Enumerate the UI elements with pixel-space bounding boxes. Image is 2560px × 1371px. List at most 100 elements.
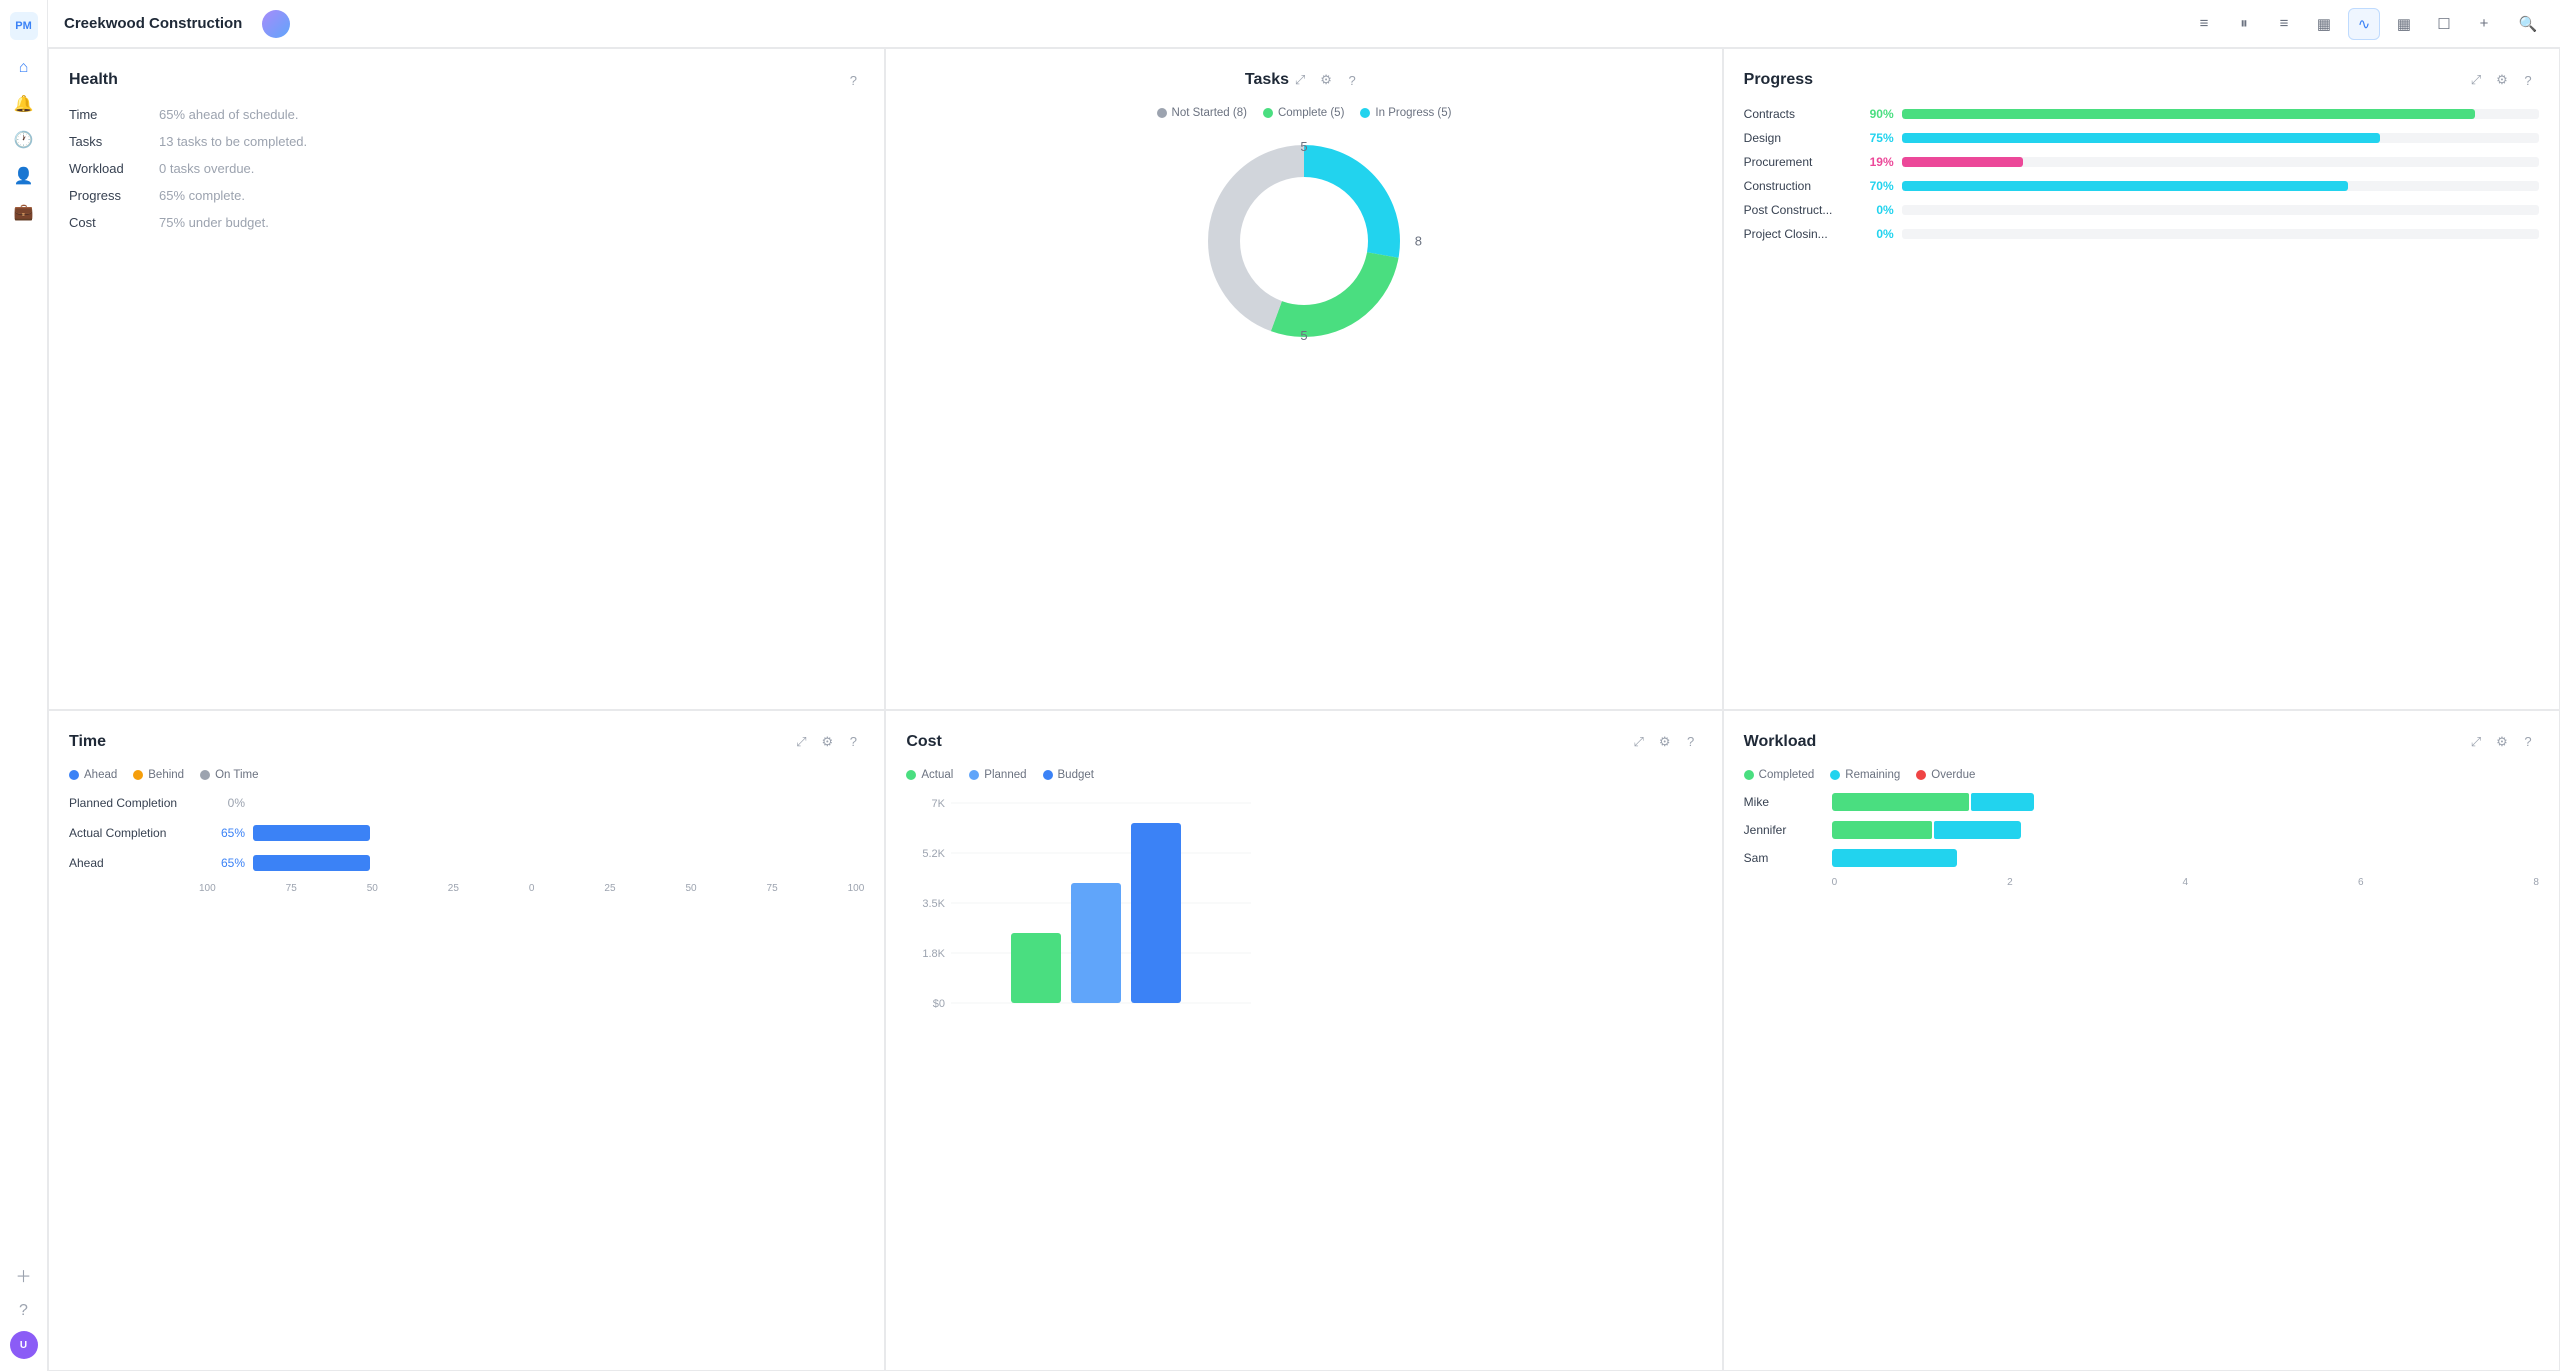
workload-x-axis: 02468 <box>1744 877 2539 888</box>
topbar-dashboard-icon[interactable]: ∿ <box>2348 8 2380 40</box>
workload-completed-bar <box>1832 793 1970 811</box>
topbar-doc-icon[interactable]: ☐ <box>2428 8 2460 40</box>
time-chart-label: Ahead <box>69 856 199 870</box>
y-axis-label: 5.2K <box>923 848 946 860</box>
time-chart-pct: 65% <box>207 856 245 870</box>
time-chart-pct: 65% <box>207 826 245 840</box>
workload-panel-header: Workload ⤢ ⚙ ? <box>1744 731 2539 753</box>
time-chart-row: Ahead 65% <box>69 853 864 873</box>
topbar-search-icon[interactable]: 🔍 <box>2512 8 2544 40</box>
time-chart: Planned Completion 0% Actual Completion … <box>69 793 864 894</box>
app-logo: PM <box>10 12 38 40</box>
topbar-add-view-icon[interactable]: + <box>2468 8 2500 40</box>
legend-dot <box>200 770 210 780</box>
budget-bar <box>1131 823 1181 1003</box>
sidebar-bottom: ＋ ? U <box>8 1259 40 1359</box>
progress-row: Post Construct... 0% <box>1744 203 2539 217</box>
legend-dot <box>1744 770 1754 780</box>
progress-gear-icon[interactable]: ⚙ <box>2491 69 2513 91</box>
donut-label-top: 5 <box>1300 139 1307 154</box>
sidebar-item-home[interactable]: ⌂ <box>8 52 40 84</box>
progress-bar-fill <box>1902 181 2348 191</box>
time-bar-container <box>253 853 864 873</box>
sidebar-add-button[interactable]: ＋ <box>8 1259 40 1291</box>
time-expand-icon[interactable]: ⤢ <box>790 731 812 753</box>
y-axis-label: 1.8K <box>923 948 946 960</box>
health-row-value: 13 tasks to be completed. <box>159 134 307 149</box>
progress-category: Construction <box>1744 179 1854 193</box>
progress-row: Design 75% <box>1744 131 2539 145</box>
time-panel-header: Time ⤢ ⚙ ? <box>69 731 864 753</box>
workload-panel: Workload ⤢ ⚙ ? CompletedRemainingOverdue… <box>1723 710 2560 1371</box>
workload-legend: CompletedRemainingOverdue <box>1744 769 2539 781</box>
tasks-expand-icon[interactable]: ⤢ <box>1289 69 1311 91</box>
sidebar-help-button[interactable]: ? <box>8 1295 40 1327</box>
cost-gear-icon[interactable]: ⚙ <box>1654 731 1676 753</box>
progress-pct: 0% <box>1862 227 1894 241</box>
workload-gear-icon[interactable]: ⚙ <box>2491 731 2513 753</box>
progress-pct: 90% <box>1862 107 1894 121</box>
x-axis-label: 50 <box>367 883 378 894</box>
time-chart-label: Planned Completion <box>69 796 199 810</box>
progress-bar-bg <box>1902 157 2539 167</box>
time-chart-pct: 0% <box>207 796 245 810</box>
wl-axis-label: 0 <box>1832 877 1838 888</box>
sidebar-item-notifications[interactable]: 🔔 <box>8 88 40 120</box>
health-rows: Time65% ahead of schedule. Tasks13 tasks … <box>69 107 864 230</box>
tasks-panel-actions: ⤢ ⚙ ? <box>1289 69 1363 91</box>
cost-help-icon[interactable]: ? <box>1680 731 1702 753</box>
progress-pct: 0% <box>1862 203 1894 217</box>
workload-rows: Mike Jennifer Sam 02468 <box>1744 793 2539 888</box>
progress-expand-icon[interactable]: ⤢ <box>2465 69 2487 91</box>
progress-row: Construction 70% <box>1744 179 2539 193</box>
legend-label: In Progress (5) <box>1375 107 1451 119</box>
workload-completed-bar <box>1832 821 1932 839</box>
sidebar-item-recent[interactable]: 🕐 <box>8 124 40 156</box>
tasks-panel-header: Tasks ⤢ ⚙ ? <box>1245 69 1363 91</box>
workload-legend-item: Remaining <box>1830 769 1900 781</box>
x-axis-label: 50 <box>685 883 696 894</box>
tasks-title: Tasks <box>1245 71 1289 89</box>
tasks-panel: Tasks ⤢ ⚙ ? Not Started (8)Complete (5)I… <box>885 48 1722 710</box>
planned-bar <box>1071 883 1121 1003</box>
health-row: Progress65% complete. <box>69 188 864 203</box>
progress-row: Procurement 19% <box>1744 155 2539 169</box>
health-row-label: Workload <box>69 161 159 176</box>
donut-label-right: 8 <box>1415 234 1422 249</box>
time-bar-container <box>253 793 864 813</box>
health-row: Tasks13 tasks to be completed. <box>69 134 864 149</box>
sidebar-item-people[interactable]: 👤 <box>8 160 40 192</box>
progress-category: Contracts <box>1744 107 1854 121</box>
health-row: Time65% ahead of schedule. <box>69 107 864 122</box>
legend-label: Behind <box>148 769 184 781</box>
time-legend-item: Behind <box>133 769 184 781</box>
progress-title: Progress <box>1744 71 1813 89</box>
actual-bar <box>1011 933 1061 1003</box>
cost-expand-icon[interactable]: ⤢ <box>1628 731 1650 753</box>
topbar-list-icon[interactable]: ≡ <box>2188 8 2220 40</box>
sidebar: PM ⌂ 🔔 🕐 👤 💼 ＋ ? U <box>0 0 48 1371</box>
progress-help-icon[interactable]: ? <box>2517 69 2539 91</box>
topbar-table-icon[interactable]: ▦ <box>2308 8 2340 40</box>
topbar-filter-icon[interactable]: ≡ <box>2268 8 2300 40</box>
user-avatar[interactable]: U <box>10 1331 38 1359</box>
time-help-icon[interactable]: ? <box>842 731 864 753</box>
tasks-gear-icon[interactable]: ⚙ <box>1315 69 1337 91</box>
cost-legend-item: Planned <box>969 769 1026 781</box>
legend-label: Actual <box>921 769 953 781</box>
x-axis-label: 0 <box>529 883 535 894</box>
legend-dot <box>1916 770 1926 780</box>
tasks-help-icon[interactable]: ? <box>1341 69 1363 91</box>
sidebar-item-portfolio[interactable]: 💼 <box>8 196 40 228</box>
legend-dot <box>1043 770 1053 780</box>
topbar-gantt-icon[interactable]: ⏸ <box>2228 8 2260 40</box>
wl-axis-label: 6 <box>2358 877 2364 888</box>
x-axis-label: 25 <box>448 883 459 894</box>
topbar-calendar-icon[interactable]: ▦ <box>2388 8 2420 40</box>
workload-expand-icon[interactable]: ⤢ <box>2465 731 2487 753</box>
workload-help-icon[interactable]: ? <box>2517 731 2539 753</box>
y-axis-label: 7K <box>932 798 946 810</box>
legend-item: Complete (5) <box>1263 107 1344 119</box>
time-gear-icon[interactable]: ⚙ <box>816 731 838 753</box>
health-help-icon[interactable]: ? <box>842 69 864 91</box>
